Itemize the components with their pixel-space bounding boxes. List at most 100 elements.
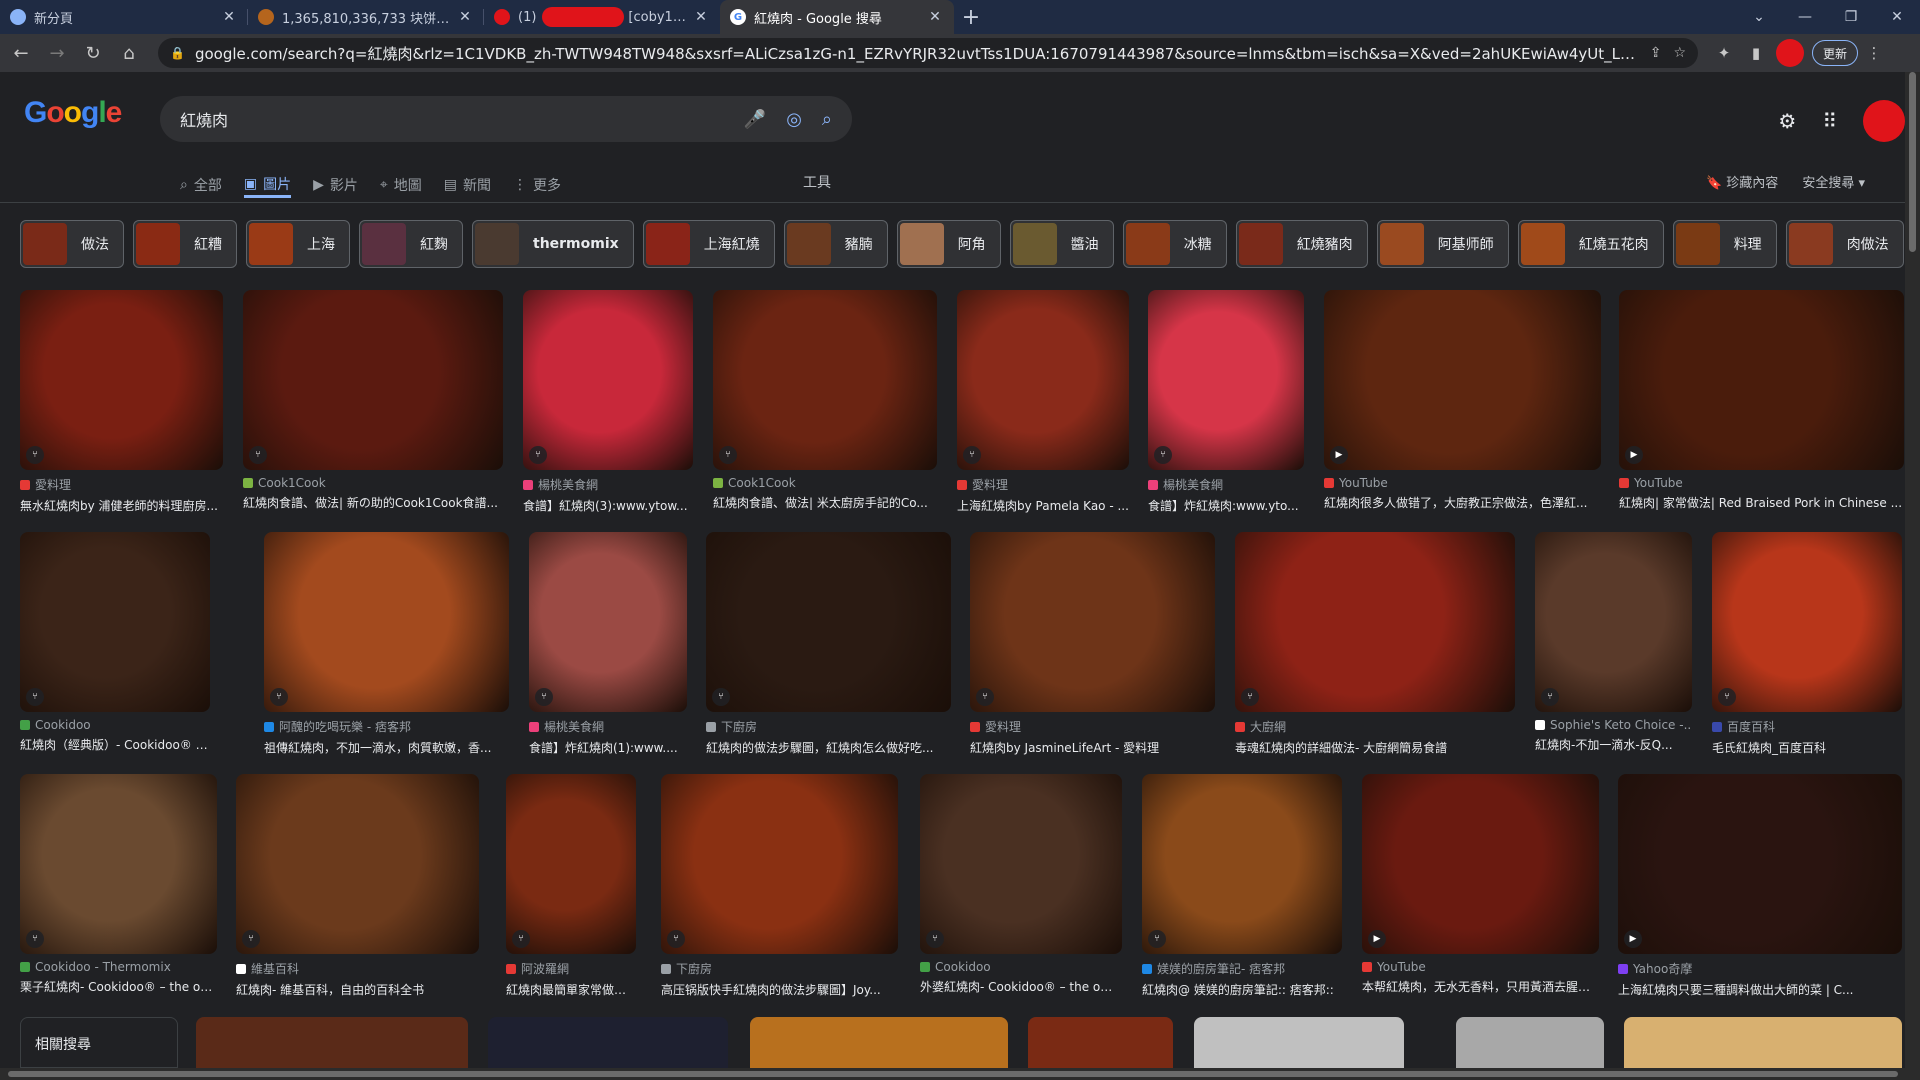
apps-grid-icon[interactable]: ⠿ [1822, 109, 1837, 133]
result-title[interactable]: 食譜】炸紅燒肉:www.yto... [1148, 497, 1304, 514]
image-result[interactable]: ⑂ 楊桃美食網食譜】紅燒肉(3):www.ytow... [523, 290, 693, 514]
close-icon[interactable]: ✕ [692, 9, 710, 25]
collections-link[interactable]: 🔖 珍藏內容 [1706, 172, 1778, 191]
next-row-image[interactable] [1194, 1017, 1404, 1068]
image-result[interactable]: ⑂ Cookidoo - Thermomix 栗子紅燒肉- Cookidoo® – … [20, 774, 217, 995]
result-title[interactable]: 上海紅燒肉只要三種調料做出大師的菜 | C... [1618, 981, 1902, 998]
result-thumbnail[interactable]: ⑂ [661, 774, 898, 954]
horizontal-scrollbar[interactable] [0, 1068, 1920, 1080]
window-close-icon[interactable]: ✕ [1874, 0, 1920, 34]
lock-icon[interactable]: 🔒 [170, 46, 185, 60]
safesearch-dropdown[interactable]: 安全搜尋 ▾ [1802, 172, 1865, 191]
chip-4[interactable]: thermomix [472, 220, 634, 268]
result-title[interactable]: 紅燒肉by JasmineLifeArt - 愛料理 [970, 739, 1215, 756]
image-result[interactable]: ⑂ 下廚房紅燒肉的做法步驟圖，紅燒肉怎么做好吃... [706, 532, 951, 756]
result-title[interactable]: 食譜】紅燒肉(3):www.ytow... [523, 497, 693, 514]
result-source[interactable]: 楊桃美食網 [1148, 476, 1304, 493]
nav-tab-maps[interactable]: ⌖ 地圖 [380, 172, 422, 198]
account-avatar[interactable] [1863, 100, 1905, 142]
image-result[interactable]: ⑂ 阿波羅網 紅燒肉最簡單家常做法... [506, 774, 636, 998]
result-source[interactable]: Yahoo奇摩 [1618, 960, 1902, 977]
chip-12[interactable]: 紅燒五花肉 [1517, 220, 1664, 268]
result-thumbnail[interactable]: ▶ [1618, 774, 1902, 954]
nav-tab-news[interactable]: ▤ 新聞 [444, 172, 491, 198]
result-source[interactable]: Cook1Cook [243, 476, 503, 490]
image-result[interactable]: ⑂ 愛料理紅燒肉by JasmineLifeArt - 愛料理 [970, 532, 1215, 756]
result-source[interactable]: 媄媄的廚房筆記- 痞客邦 [1142, 960, 1342, 977]
image-result[interactable]: ⑂ Cook1Cook 紅燒肉食譜、做法| 新の助的Cook1Cook食譜... [243, 290, 503, 511]
chip-7[interactable]: 阿角 [896, 220, 1001, 268]
result-thumbnail[interactable]: ⑂ [529, 532, 687, 712]
image-result[interactable]: ⑂ Sophie's Keto Choice -... 紅燒肉-不加一滴水-反Q..… [1535, 532, 1692, 753]
next-row-image[interactable] [196, 1017, 468, 1068]
browser-tab-coby[interactable]: (1) [coby1998] - ✕ [484, 0, 720, 34]
result-title[interactable]: 上海紅燒肉by Pamela Kao - ... [957, 497, 1129, 514]
image-result[interactable]: ⑂ 百度百科 毛氏紅燒肉_百度百科 [1712, 532, 1902, 756]
result-thumbnail[interactable]: ⑂ [20, 532, 210, 712]
result-source[interactable]: YouTube [1362, 960, 1599, 974]
home-icon[interactable]: ⌂ [114, 38, 144, 68]
result-source[interactable]: 維基百科 [236, 960, 479, 977]
tab-search-icon[interactable]: ⌄ [1736, 0, 1782, 34]
result-title[interactable]: 祖傳紅燒肉，不加一滴水，肉質軟嫩，香... [264, 739, 509, 756]
image-result[interactable]: ▶ YouTube 紅燒肉很多人做错了，大廚教正宗做法，色澤紅... [1324, 290, 1601, 511]
result-source[interactable]: 百度百科 [1712, 718, 1902, 735]
new-tab-button[interactable]: + [954, 0, 988, 34]
image-result[interactable]: ▶ YouTube 本帮紅燒肉，无水无香料，只用黃酒去腥又增... [1362, 774, 1599, 995]
result-source[interactable]: 大廚網 [1235, 718, 1515, 735]
image-result[interactable]: ⑂ Cookidoo 外婆紅燒肉- Cookidoo® – the offi... [920, 774, 1122, 995]
result-thumbnail[interactable]: ⑂ [236, 774, 479, 954]
side-panel-icon[interactable]: ▮ [1740, 44, 1772, 62]
result-thumbnail[interactable]: ⑂ [713, 290, 937, 470]
chip-10[interactable]: 紅燒豬肉 [1235, 220, 1368, 268]
result-title[interactable]: 紅燒肉@ 媄媄的廚房筆記:: 痞客邦:: [1142, 981, 1342, 998]
chip-11[interactable]: 阿基师師 [1376, 220, 1509, 268]
result-title[interactable]: 紅燒肉| 家常做法| Red Braised Pork in Chinese .… [1619, 494, 1904, 511]
chip-1[interactable]: 紅糟 [133, 220, 237, 268]
result-thumbnail[interactable]: ⑂ [20, 774, 217, 954]
result-thumbnail[interactable]: ▶ [1362, 774, 1599, 954]
camera-lens-icon[interactable]: ◎ [786, 109, 802, 130]
next-row-image[interactable] [1028, 1017, 1173, 1068]
close-icon[interactable]: ✕ [456, 9, 474, 25]
nav-tab-videos[interactable]: ▶ 影片 [313, 172, 358, 198]
image-result[interactable]: ⑂ 維基百科 紅燒肉- 維基百科，自由的百科全书 [236, 774, 479, 998]
share-icon[interactable]: ⇪ [1650, 45, 1662, 61]
address-bar[interactable]: 🔒 google.com/search?q=紅燒肉&rlz=1C1VDKB_zh… [158, 38, 1698, 68]
result-source[interactable]: 阿醜的吃喝玩樂 - 痞客邦 [264, 718, 509, 735]
result-source[interactable]: 楊桃美食網 [523, 476, 693, 493]
extensions-icon[interactable]: ✦ [1708, 44, 1740, 62]
result-thumbnail[interactable]: ▶ [1619, 290, 1904, 470]
chip-14[interactable]: 肉做法 [1785, 220, 1904, 268]
result-source[interactable]: 下廚房 [706, 718, 951, 735]
restore-icon[interactable]: ❐ [1828, 0, 1874, 34]
nav-tab-all[interactable]: ⌕ 全部 [180, 172, 222, 198]
result-source[interactable]: 愛料理 [970, 718, 1215, 735]
result-title[interactable]: 紅燒肉食譜、做法| 米太廚房手記的Co... [713, 494, 937, 511]
result-thumbnail[interactable]: ⑂ [1712, 532, 1902, 712]
result-thumbnail[interactable]: ⑂ [523, 290, 693, 470]
image-result[interactable]: ⑂ 愛料理 無水紅燒肉by 浦健老師的料理廚房... [20, 290, 223, 514]
menu-dots-icon[interactable]: ⋮ [1858, 44, 1890, 62]
result-thumbnail[interactable]: ⑂ [1142, 774, 1342, 954]
image-result[interactable]: ⑂ 阿醜的吃喝玩樂 - 痞客邦 祖傳紅燒肉，不加一滴水，肉質軟嫩，香... [264, 532, 509, 756]
result-title[interactable]: 紅燒肉的做法步驟圖，紅燒肉怎么做好吃... [706, 739, 951, 756]
result-thumbnail[interactable]: ⑂ [706, 532, 951, 712]
microphone-icon[interactable]: 🎤 [744, 109, 766, 130]
result-source[interactable]: Sophie's Keto Choice -... [1535, 718, 1692, 732]
result-thumbnail[interactable]: ⑂ [970, 532, 1215, 712]
next-row-image[interactable] [1624, 1017, 1902, 1068]
result-thumbnail[interactable]: ⑂ [1235, 532, 1515, 712]
chip-0[interactable]: 做法 [20, 220, 124, 268]
tools-button[interactable]: 工具 [803, 172, 831, 192]
result-thumbnail[interactable]: ⑂ [20, 290, 223, 470]
related-searches-box[interactable]: 相關搜尋 [20, 1017, 178, 1068]
result-source[interactable]: YouTube [1324, 476, 1601, 490]
result-title[interactable]: 食譜】炸紅燒肉(1):www.... [529, 739, 687, 756]
close-icon[interactable]: ✕ [926, 9, 944, 25]
result-source[interactable]: Cook1Cook [713, 476, 937, 490]
result-thumbnail[interactable]: ⑂ [506, 774, 636, 954]
search-icon[interactable]: ⌕ [822, 109, 832, 130]
result-source[interactable]: Cookidoo [20, 718, 210, 732]
bookmark-star-icon[interactable]: ☆ [1673, 45, 1686, 61]
